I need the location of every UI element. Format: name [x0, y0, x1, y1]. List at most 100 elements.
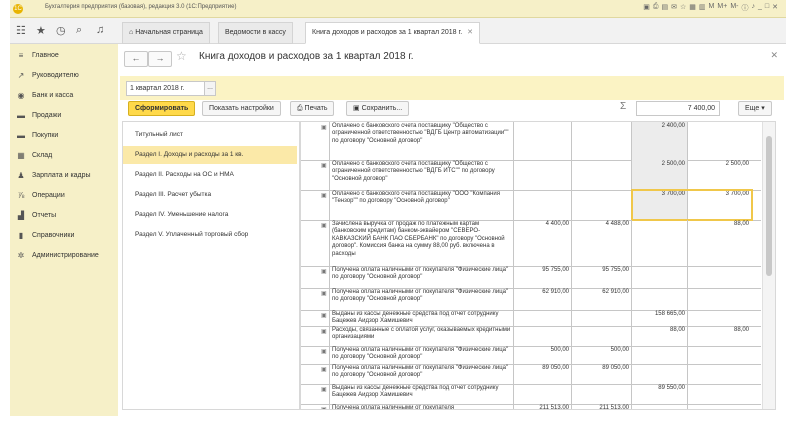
- row-document-icon[interactable]: ▣: [321, 222, 327, 229]
- period-select-button[interactable]: ...: [204, 81, 216, 96]
- row-amount[interactable]: 211 513,00: [571, 404, 631, 409]
- close-icon[interactable]: ✕: [772, 3, 778, 13]
- row-amount[interactable]: 2 400,00: [631, 122, 687, 160]
- row-amount[interactable]: [513, 310, 571, 326]
- generate-button[interactable]: Сформировать: [128, 101, 196, 116]
- form-close-icon[interactable]: ✕: [770, 50, 778, 61]
- row-amount[interactable]: [513, 190, 571, 220]
- row-amount[interactable]: [687, 384, 751, 404]
- row-amount[interactable]: [631, 346, 687, 364]
- preview-icon[interactable]: ▤: [662, 3, 669, 13]
- row-amount[interactable]: 500,00: [571, 346, 631, 364]
- row-amount[interactable]: [513, 122, 571, 160]
- back-button[interactable]: ←: [124, 51, 148, 67]
- print-button[interactable]: ⎙ Печать: [290, 101, 335, 116]
- row-amount[interactable]: 62 910,00: [513, 288, 571, 310]
- tab-home[interactable]: ⌂ Начальная страница: [122, 22, 210, 44]
- save-button[interactable]: ▣ Сохранить...: [346, 101, 410, 116]
- cal-icon[interactable]: ▥: [699, 3, 706, 13]
- maximize-icon[interactable]: □: [765, 3, 769, 13]
- sidebar-item-6[interactable]: ♟ Зарплата и кадры: [16, 166, 90, 184]
- row-amount[interactable]: 4 400,00: [513, 220, 571, 266]
- history-icon[interactable]: ◷: [56, 24, 66, 37]
- row-amount[interactable]: [631, 288, 687, 310]
- row-amount[interactable]: [631, 404, 687, 409]
- row-document-icon[interactable]: ▣: [321, 386, 327, 393]
- row-amount[interactable]: [513, 384, 571, 404]
- sidebar-item-10[interactable]: ✲ Администрирование: [16, 246, 99, 264]
- sidebar-item-9[interactable]: ▮ Справочники: [16, 226, 75, 244]
- row-description[interactable]: Получена оплата наличными от покупателя …: [329, 346, 513, 364]
- row-document-icon[interactable]: ▣: [321, 328, 327, 335]
- m-icon[interactable]: M: [709, 3, 715, 13]
- notifications-icon[interactable]: ♫: [96, 24, 104, 36]
- row-amount[interactable]: [631, 220, 687, 266]
- row-amount[interactable]: 88,00: [631, 326, 687, 346]
- row-amount[interactable]: [571, 122, 631, 160]
- row-amount[interactable]: 89 050,00: [571, 364, 631, 384]
- row-document-icon[interactable]: ▣: [321, 348, 327, 355]
- row-amount[interactable]: [513, 326, 571, 346]
- save-icon[interactable]: ▣: [643, 3, 650, 13]
- tab-close-icon[interactable]: ✕: [467, 29, 473, 36]
- sidebar-item-1[interactable]: ↗ Руководителю: [16, 66, 79, 84]
- section-item[interactable]: Титульный лист: [123, 126, 297, 144]
- m--icon[interactable]: M-: [730, 3, 738, 13]
- row-document-icon[interactable]: ▣: [321, 162, 327, 169]
- row-amount[interactable]: [687, 404, 751, 409]
- favorites-star-icon[interactable]: ★: [36, 24, 46, 37]
- row-description[interactable]: Расходы, связанные с оплатой услуг, оказ…: [329, 326, 513, 346]
- search-icon[interactable]: ⌕: [76, 24, 82, 37]
- row-document-icon[interactable]: ▣: [321, 192, 327, 199]
- row-amount[interactable]: [631, 364, 687, 384]
- row-amount[interactable]: [687, 122, 751, 160]
- sidebar-item-3[interactable]: ▬ Продажи: [16, 106, 61, 124]
- more-button[interactable]: Еще ▾: [738, 101, 772, 116]
- row-document-icon[interactable]: ▣: [321, 312, 327, 319]
- row-amount[interactable]: [687, 266, 751, 288]
- calc-icon[interactable]: ▦: [689, 3, 696, 13]
- sidebar-item-0[interactable]: ≡ Главное: [16, 46, 59, 64]
- row-amount[interactable]: 89 550,00: [631, 384, 687, 404]
- minimize-icon[interactable]: _: [758, 3, 762, 13]
- row-document-icon[interactable]: ▣: [321, 124, 327, 131]
- row-amount[interactable]: [687, 346, 751, 364]
- row-amount[interactable]: 88,00: [687, 326, 751, 346]
- row-amount[interactable]: [571, 310, 631, 326]
- vertical-scrollbar[interactable]: [762, 122, 775, 409]
- row-amount[interactable]: [687, 310, 751, 326]
- row-amount[interactable]: 158 665,00: [631, 310, 687, 326]
- bell-icon[interactable]: ♪: [751, 3, 755, 13]
- scrollbar-thumb[interactable]: [766, 136, 772, 276]
- row-amount[interactable]: 95 755,00: [513, 266, 571, 288]
- favorite-star-icon[interactable]: ☆: [176, 49, 187, 63]
- row-amount[interactable]: 95 755,00: [571, 266, 631, 288]
- row-amount[interactable]: 62 910,00: [571, 288, 631, 310]
- sidebar-item-5[interactable]: ▦ Склад: [16, 146, 52, 164]
- sidebar-item-8[interactable]: ▟ Отчеты: [16, 206, 56, 224]
- period-input[interactable]: 1 квартал 2018 г.: [126, 81, 209, 96]
- row-amount[interactable]: [571, 326, 631, 346]
- forward-button[interactable]: →: [148, 51, 172, 67]
- row-description[interactable]: Выданы из кассы денежные средства под от…: [329, 384, 513, 404]
- row-description[interactable]: Выданы из кассы денежные средства под от…: [329, 310, 513, 326]
- row-description[interactable]: Оплачено с банковского счета поставщику …: [329, 160, 513, 190]
- section-item[interactable]: Раздел III. Расчет убытка: [123, 186, 297, 204]
- m-plus-icon[interactable]: M+: [717, 3, 727, 13]
- row-amount[interactable]: [513, 160, 571, 190]
- row-amount[interactable]: [687, 288, 751, 310]
- row-document-icon[interactable]: ▣: [321, 290, 327, 297]
- row-amount[interactable]: [571, 384, 631, 404]
- row-description[interactable]: Получена оплата наличными от покупателя …: [329, 288, 513, 310]
- sidebar-item-2[interactable]: ◉ Банк и касса: [16, 86, 74, 104]
- row-amount[interactable]: 2 500,00: [687, 160, 751, 190]
- row-document-icon[interactable]: ▣: [321, 406, 327, 409]
- row-description[interactable]: Оплачено с банковского счета поставщику …: [329, 122, 513, 160]
- sidebar-item-4[interactable]: ▬ Покупки: [16, 126, 58, 144]
- section-item[interactable]: Раздел IV. Уменьшение налога: [123, 206, 297, 224]
- print-icon[interactable]: ⎙: [653, 3, 659, 13]
- show-settings-button[interactable]: Показать настройки: [202, 101, 281, 116]
- row-description[interactable]: Получена оплата наличными от покупателя …: [329, 364, 513, 384]
- row-description[interactable]: Оплачено с банковского счета поставщику …: [329, 190, 513, 220]
- row-document-icon[interactable]: ▣: [321, 268, 327, 275]
